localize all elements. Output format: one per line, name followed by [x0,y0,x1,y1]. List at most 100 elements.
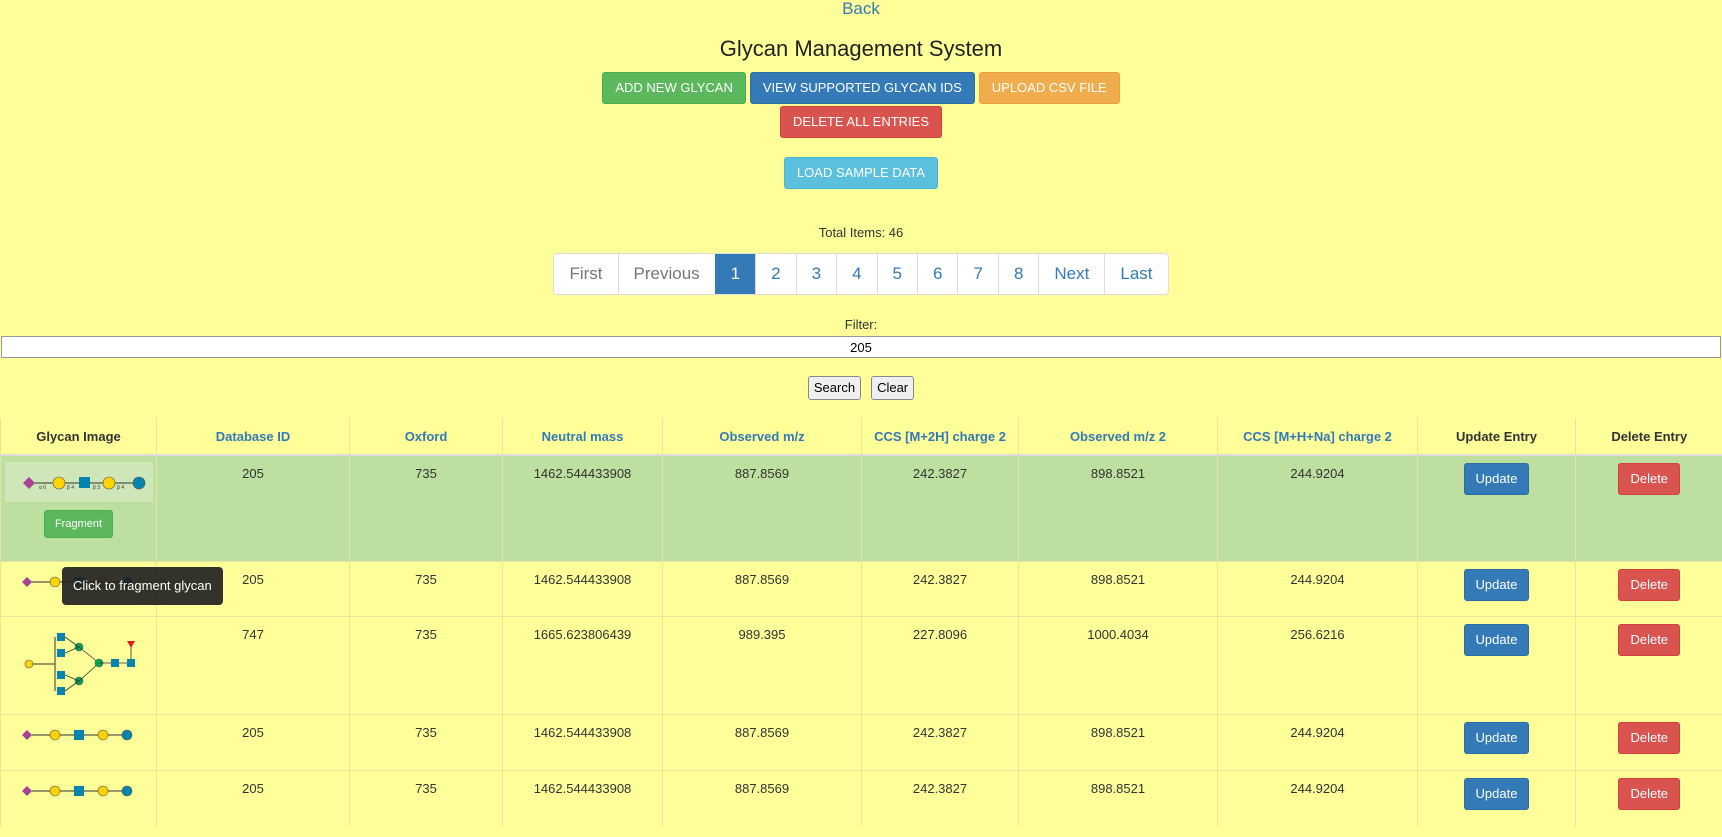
table-row: 205 735 1462.544433908 887.8569 242.3827… [0,713,1722,770]
cell-oxford: 735 [349,560,503,616]
page-first[interactable]: First [554,254,618,294]
update-cell: Update [1417,615,1576,714]
update-button[interactable]: Update [1463,463,1530,495]
header-glycan-image: Glycan Image [0,418,157,456]
filter-input[interactable] [1,336,1721,358]
update-cell: Update [1417,769,1576,826]
page-2[interactable]: 2 [755,254,796,294]
toolbar-row-3: LOAD SAMPLE DATA [0,157,1722,189]
cell-ccs-mhna: 244.9204 [1217,769,1418,826]
cell-observed-mz: 989.395 [662,615,862,714]
glycan-image-cell: α 6 β 4 β 3 β 4 Fragment [0,454,157,561]
cell-neutral-mass: 1462.544433908 [502,560,663,616]
delete-cell: Delete [1575,454,1722,561]
cell-neutral-mass: 1665.623806439 [502,615,663,714]
update-cell: Update [1417,454,1576,561]
table-row: 205 735 1462.544433908 887.8569 242.3827… [0,560,1722,616]
cell-ccs-mhna: 244.9204 [1217,454,1418,561]
cell-database-id: 205 [156,713,350,770]
upload-csv-button[interactable]: UPLOAD CSV FILE [978,72,1120,104]
page-3[interactable]: 3 [795,254,837,294]
cell-ccs-m2h: 227.8096 [861,615,1019,714]
glycan-structure-image[interactable] [19,727,139,743]
update-cell: Update [1417,560,1576,616]
cell-ccs-mhna: 244.9204 [1217,713,1418,770]
update-button[interactable]: Update [1463,721,1530,754]
glycan-structure-image[interactable] [19,783,139,799]
search-button[interactable]: Search [807,376,862,400]
delete-button[interactable]: Delete [1618,777,1681,810]
load-sample-data-button[interactable]: LOAD SAMPLE DATA [783,157,939,189]
header-database-id[interactable]: Database ID [156,418,350,456]
table-row: α 6 β 4 β 3 β 4 Fragment 205 735 1462.54… [0,454,1722,561]
glycan-image-cell [0,615,157,714]
delete-cell: Delete [1575,615,1722,714]
update-button[interactable]: Update [1463,623,1530,656]
glycan-image-cell [0,713,157,770]
svg-text:β 4: β 4 [117,485,124,491]
toolbar-row-1: ADD NEW GLYCAN VIEW SUPPORTED GLYCAN IDS… [0,72,1722,104]
cell-ccs-mhna: 244.9204 [1217,560,1418,616]
page: Back Glycan Management System ADD NEW GL… [0,0,1722,837]
page-last[interactable]: Last [1104,254,1168,294]
page-6[interactable]: 6 [917,254,958,294]
svg-text:α 6: α 6 [39,485,46,491]
cell-observed-mz: 887.8569 [662,454,862,561]
cell-neutral-mass: 1462.544433908 [502,454,663,561]
delete-button[interactable]: Delete [1618,623,1681,656]
delete-cell: Delete [1575,560,1722,616]
page-5[interactable]: 5 [876,254,917,294]
delete-cell: Delete [1575,713,1722,770]
back-link[interactable]: Back [842,0,880,18]
view-supported-glycan-ids-button[interactable]: VIEW SUPPORTED GLYCAN IDS [749,72,975,104]
cell-observed-mz: 887.8569 [662,560,862,616]
cell-neutral-mass: 1462.544433908 [502,713,663,770]
fragment-button[interactable]: Fragment [43,510,114,538]
page-4[interactable]: 4 [836,254,877,294]
cell-oxford: 735 [349,769,503,826]
cell-observed-mz-2: 898.8521 [1018,454,1218,561]
table-header-row: Glycan Image Database ID Oxford Neutral … [0,418,1722,456]
svg-text:β 3: β 3 [93,485,100,491]
cell-database-id: 747 [156,615,350,714]
header-oxford[interactable]: Oxford [349,418,503,456]
cell-ccs-m2h: 242.3827 [861,454,1019,561]
delete-button[interactable]: Delete [1618,463,1681,495]
cell-observed-mz: 887.8569 [662,713,862,770]
header-delete-entry: Delete Entry [1575,418,1722,456]
total-items: Total Items: 46 [818,225,904,240]
cell-ccs-m2h: 242.3827 [861,713,1019,770]
cell-ccs-m2h: 242.3827 [861,769,1019,826]
table-row: 205 735 1462.544433908 887.8569 242.3827… [0,769,1722,826]
add-new-glycan-button[interactable]: ADD NEW GLYCAN [602,72,746,104]
header-neutral-mass[interactable]: Neutral mass [502,418,663,456]
header-ccs-mhna[interactable]: CCS [M+H+Na] charge 2 [1217,418,1418,456]
delete-all-entries-button[interactable]: DELETE ALL ENTRIES [779,106,943,138]
svg-text:β 4: β 4 [67,485,74,491]
update-button[interactable]: Update [1463,568,1530,601]
update-button[interactable]: Update [1463,777,1530,810]
glycan-structure-image[interactable]: α 6 β 4 β 3 β 4 [4,462,153,502]
cell-ccs-mhna: 256.6216 [1217,615,1418,714]
delete-button[interactable]: Delete [1618,721,1681,754]
cell-oxford: 735 [349,454,503,561]
page-8[interactable]: 8 [997,254,1039,294]
delete-button[interactable]: Delete [1618,568,1681,601]
cell-oxford: 735 [349,615,503,714]
cell-database-id: 205 [156,769,350,826]
glycan-structure-image[interactable] [17,631,141,697]
cell-observed-mz-2: 898.8521 [1018,713,1218,770]
header-observed-mz[interactable]: Observed m/z [662,418,862,456]
cell-neutral-mass: 1462.544433908 [502,769,663,826]
header-observed-mz-2[interactable]: Observed m/z 2 [1018,418,1218,456]
page-next[interactable]: Next [1038,254,1105,294]
page-1[interactable]: 1 [714,254,756,294]
page-previous[interactable]: Previous [617,254,715,294]
header-ccs-m2h[interactable]: CCS [M+2H] charge 2 [861,418,1019,456]
page-title: Glycan Management System [719,36,1003,61]
table-row: 747 735 1665.623806439 989.395 227.8096 … [0,615,1722,714]
back-link-container: Back [0,0,1722,18]
clear-button[interactable]: Clear [871,376,915,400]
page-7[interactable]: 7 [957,254,998,294]
glycan-image-cell [0,769,157,826]
